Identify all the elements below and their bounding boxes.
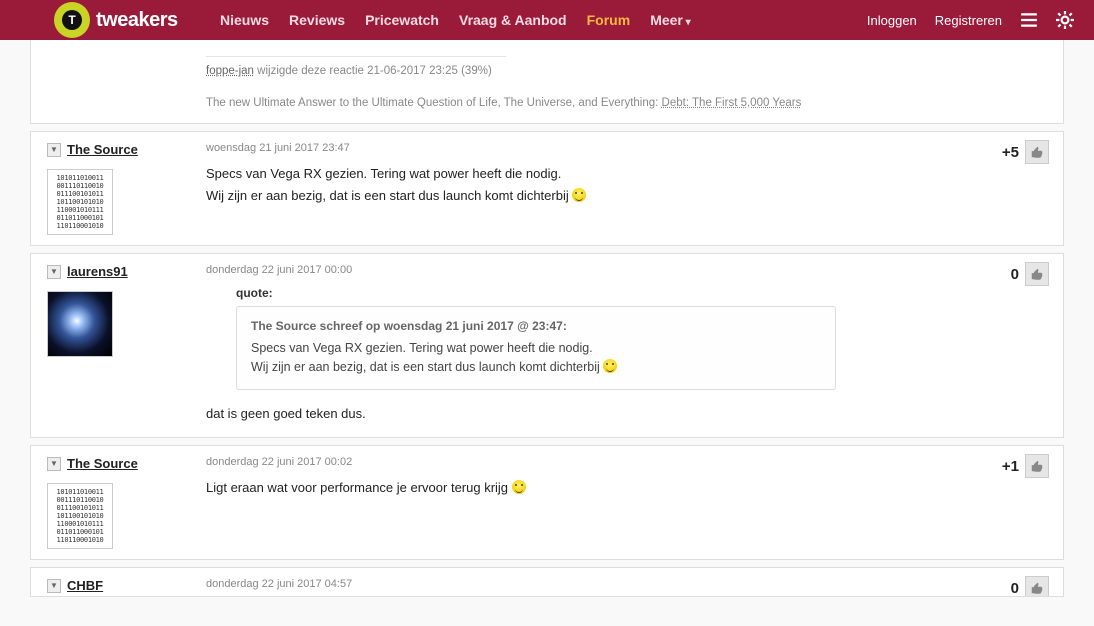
post-timestamp: donderdag 22 juni 2017 00:00 — [206, 264, 1047, 276]
upvote-button[interactable] — [1025, 140, 1049, 164]
quote-block: The Source schreef op woensdag 21 juni 2… — [236, 306, 836, 390]
nav-vraag-aanbod[interactable]: Vraag & Aanbod — [459, 12, 567, 28]
nav-meer[interactable]: Meer — [650, 12, 691, 28]
list-icon[interactable] — [1020, 11, 1038, 29]
post-timestamp: donderdag 22 juni 2017 04:57 — [206, 578, 1047, 590]
username-link[interactable]: laurens91 — [67, 264, 128, 279]
forum-post: 0 ▼ CHBF donderdag 22 juni 2017 04:57 — [30, 567, 1064, 597]
avatar[interactable]: 101011010011 001110110010 011100101011 1… — [47, 483, 113, 549]
upvote-button[interactable] — [1025, 454, 1049, 478]
edit-note: foppe-jan wijzigde deze reactie 21-06-20… — [206, 65, 1047, 77]
post-body: dat is geen goed teken dus. — [206, 404, 1047, 424]
upvote-button[interactable] — [1025, 576, 1049, 597]
gear-icon[interactable] — [1056, 11, 1074, 29]
avatar[interactable] — [47, 291, 113, 357]
post-score: +1 — [1002, 458, 1019, 475]
login-link[interactable]: Inloggen — [867, 13, 917, 28]
signature: The new Ultimate Answer to the Ultimate … — [206, 95, 1047, 111]
post-body: Specs van Vega RX gezien. Tering wat pow… — [206, 164, 1047, 205]
forum-post: +5 ▼ The Source 101011010011 00111011001… — [30, 131, 1064, 246]
post-fragment-prev: foppe-jan wijzigde deze reactie 21-06-20… — [30, 40, 1064, 124]
avatar[interactable]: 101011010011 001110110010 011100101011 1… — [47, 169, 113, 235]
user-menu-toggle[interactable]: ▼ — [47, 143, 61, 157]
smiley-icon — [603, 359, 617, 373]
divider — [206, 56, 506, 57]
user-menu-toggle[interactable]: ▼ — [47, 457, 61, 471]
post-timestamp: donderdag 22 juni 2017 00:02 — [206, 456, 1047, 468]
primary-nav: Nieuws Reviews Pricewatch Vraag & Aanbod… — [220, 12, 691, 28]
post-timestamp: woensdag 21 juni 2017 23:47 — [206, 142, 1047, 154]
quote-attribution: The Source schreef op woensdag 21 juni 2… — [251, 319, 821, 333]
account-nav: Inloggen Registreren — [867, 11, 1074, 29]
post-score: 0 — [1011, 580, 1019, 597]
top-nav-bar: T tweakers Nieuws Reviews Pricewatch Vra… — [0, 0, 1094, 40]
forum-post: +1 ▼ The Source 101011010011 00111011001… — [30, 445, 1064, 560]
post-score: +5 — [1002, 144, 1019, 161]
post-body: Ligt eraan wat voor performance je ervoo… — [206, 478, 1047, 498]
nav-forum[interactable]: Forum — [587, 12, 631, 28]
nav-reviews[interactable]: Reviews — [289, 12, 345, 28]
upvote-button[interactable] — [1025, 262, 1049, 286]
register-link[interactable]: Registreren — [935, 13, 1002, 28]
edit-author-link[interactable]: foppe-jan — [206, 65, 254, 77]
smiley-icon — [512, 480, 526, 494]
username-link[interactable]: The Source — [67, 456, 138, 471]
user-menu-toggle[interactable]: ▼ — [47, 579, 61, 593]
username-link[interactable]: The Source — [67, 142, 138, 157]
signature-link[interactable]: Debt: The First 5,000 Years — [662, 97, 802, 109]
post-score: 0 — [1011, 266, 1019, 283]
nav-pricewatch[interactable]: Pricewatch — [365, 12, 439, 28]
forum-post: 0 ▼ laurens91 donderdag 22 juni 2017 00:… — [30, 253, 1064, 438]
user-menu-toggle[interactable]: ▼ — [47, 265, 61, 279]
quote-label: quote: — [236, 286, 1047, 300]
username-link[interactable]: CHBF — [67, 578, 103, 593]
site-logo[interactable]: T tweakers — [54, 0, 178, 40]
smiley-icon — [572, 188, 586, 202]
nav-nieuws[interactable]: Nieuws — [220, 12, 269, 28]
